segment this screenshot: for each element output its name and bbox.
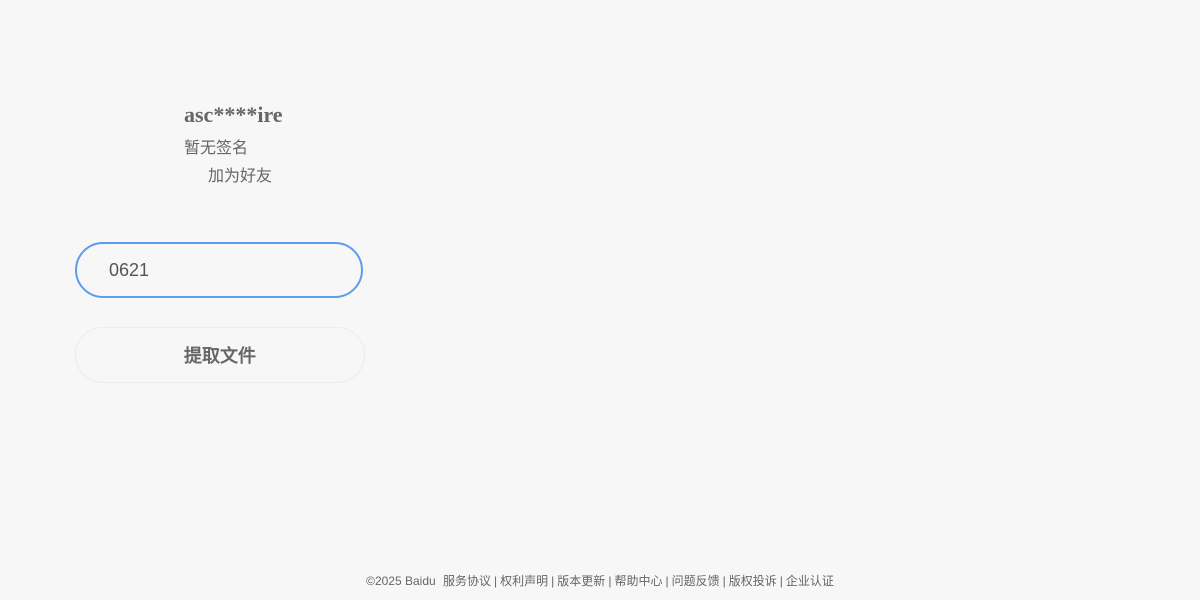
footer-link-copyright-complaint[interactable]: 版权投诉 — [729, 574, 777, 588]
footer-link-help-center[interactable]: 帮助中心 — [614, 574, 662, 588]
footer-link-feedback[interactable]: 问题反馈 — [672, 574, 720, 588]
footer-separator: | — [494, 574, 498, 588]
footer-separator: | — [779, 574, 783, 588]
footer-separator: | — [608, 574, 612, 588]
share-extract-page: asc****ire 暂无签名 加为好友 提取文件 ©2025 Baidu 服务… — [0, 0, 1200, 600]
footer-separator: | — [665, 574, 669, 588]
footer-link-enterprise-certification[interactable]: 企业认证 — [786, 574, 834, 588]
user-info: asc****ire 暂无签名 加为好友 — [184, 100, 283, 188]
footer-link-version-update[interactable]: 版本更新 — [557, 574, 605, 588]
extract-file-button[interactable]: 提取文件 — [75, 327, 365, 383]
user-signature: 暂无签名 — [184, 140, 249, 157]
footer-separator: | — [722, 574, 726, 588]
footer-separator: | — [551, 574, 555, 588]
footer-link-rights-statement[interactable]: 权利声明 — [500, 574, 548, 588]
username: asc****ire — [184, 102, 283, 127]
add-friend-link[interactable]: 加为好友 — [208, 166, 272, 188]
extract-code-input[interactable] — [75, 242, 363, 298]
footer: ©2025 Baidu 服务协议 | 权利声明 | 版本更新 | 帮助中心 | 问题反馈 | 版权投… — [0, 572, 1200, 590]
footer-link-service-agreement[interactable]: 服务协议 — [443, 574, 491, 588]
footer-copyright: ©2025 Baidu — [366, 574, 436, 588]
